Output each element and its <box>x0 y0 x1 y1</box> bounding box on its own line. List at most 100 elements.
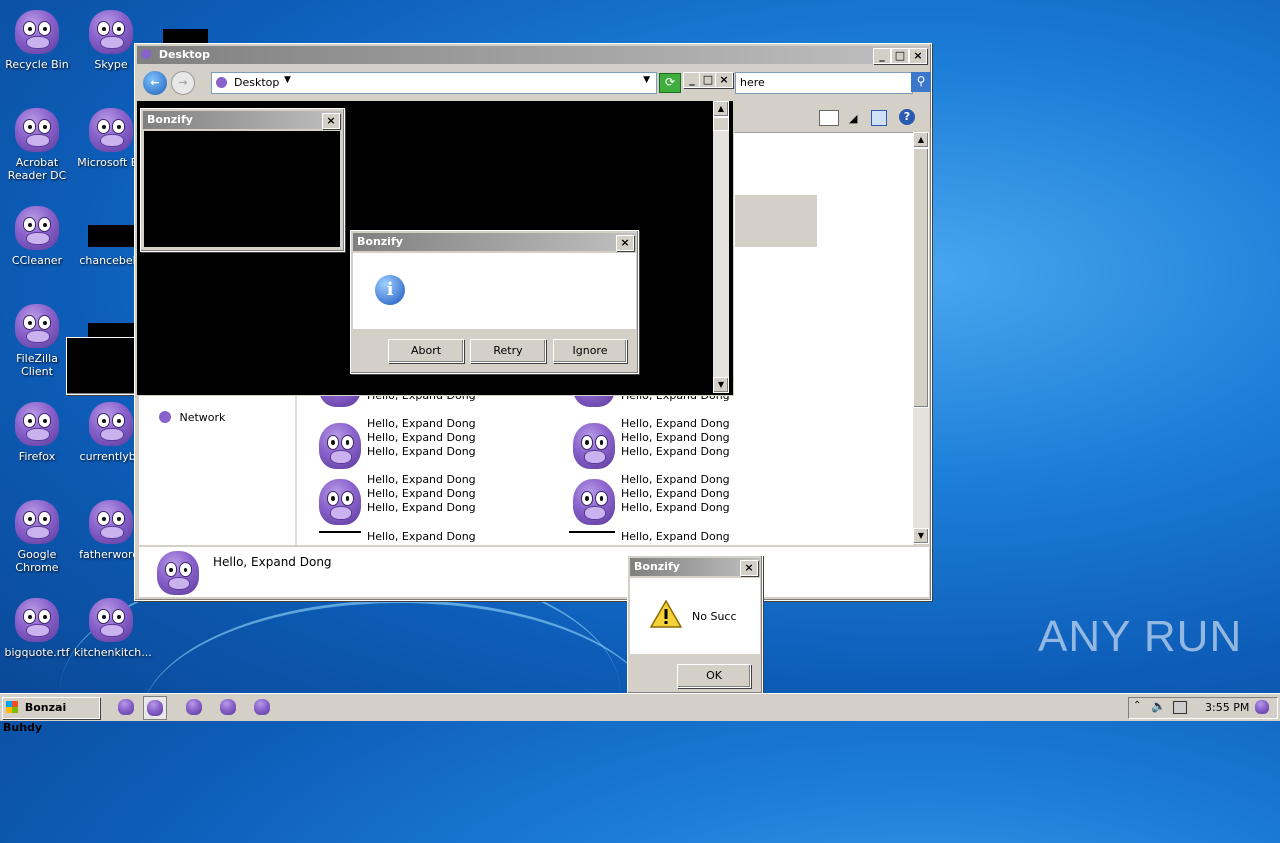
sort-icon[interactable]: ◢ <box>849 112 857 125</box>
scroll-thumb[interactable] <box>913 148 929 408</box>
close-button[interactable]: × <box>740 560 758 576</box>
dialog-body: i <box>353 253 636 329</box>
content-scrollbar[interactable]: ▲ ▼ <box>913 132 929 544</box>
bonzify-small-title: Bonzify <box>147 113 193 126</box>
bonzify-small-titlebar[interactable]: Bonzify × <box>143 111 342 129</box>
start-button[interactable]: Bonzai Buhdy <box>2 697 100 734</box>
close-button[interactable]: × <box>322 113 340 129</box>
file-item-label[interactable]: Hello, Expand Dong <box>621 445 730 459</box>
search-input[interactable]: here <box>735 72 913 94</box>
bonzi-icon <box>15 10 59 54</box>
desktop-icon-label: Recycle Bin <box>5 58 69 71</box>
forward-arrow-icon[interactable]: → <box>171 71 195 95</box>
warning-icon <box>650 600 682 628</box>
bonzi-icon <box>15 108 59 152</box>
file-item-label[interactable]: Hello, Expand Dong <box>367 487 476 501</box>
search-icon[interactable]: ⚲ <box>911 72 931 92</box>
bonzify-warning-titlebar[interactable]: Bonzify × <box>630 558 760 576</box>
watermark: ANY RUN <box>1038 612 1242 672</box>
taskbar-bonzi-icon[interactable] <box>254 699 270 715</box>
desktop-icon-label: Acrobat Reader DC <box>7 156 67 182</box>
preview-pane-icon[interactable] <box>871 110 887 126</box>
network-tray-icon[interactable] <box>1173 701 1187 714</box>
desktop-icon-firefox[interactable]: Firefox <box>0 402 74 463</box>
nav-item-network[interactable]: Network <box>159 411 225 424</box>
desktop-icon-acrobat[interactable]: Acrobat Reader DC <box>0 108 74 182</box>
offscreen-window-fragment <box>66 337 140 395</box>
bonzify-warning-title: Bonzify <box>634 560 680 573</box>
scroll-up-icon[interactable]: ▲ <box>913 132 929 148</box>
file-item-label[interactable]: Hello, Expand Dong <box>367 445 476 459</box>
desktop-icon-chrome[interactable]: Google Chrome <box>0 500 74 574</box>
black-window-scrollbar[interactable]: ▲ ▼ <box>713 101 729 393</box>
bonzify-dialog-titlebar[interactable]: Bonzify × <box>353 233 636 251</box>
desktop-icon-label: Google Chrome <box>15 548 59 574</box>
taskbar-bonzi-icon[interactable] <box>186 699 202 715</box>
chevron-down-icon[interactable]: ▼ <box>284 75 291 85</box>
taskbar-app-button[interactable] <box>143 696 167 720</box>
windows-logo-icon <box>6 701 18 713</box>
desktop-icon-recycle-bin[interactable]: Recycle Bin <box>0 10 74 71</box>
scroll-down-icon[interactable]: ▼ <box>913 528 929 544</box>
close-button[interactable]: × <box>616 235 634 251</box>
volume-icon[interactable]: 🔈 <box>1151 699 1166 713</box>
title-folder-icon <box>141 49 151 59</box>
file-item-label[interactable]: Hello, Expand Dong <box>621 530 730 542</box>
tray-expand-icon[interactable]: ⌃ <box>1133 700 1141 711</box>
file-item-icon <box>573 423 615 469</box>
file-item-label[interactable]: Hello, Expand Dong <box>367 417 476 431</box>
quicklaunch-bonzi-icon[interactable] <box>118 699 134 715</box>
file-item-label[interactable]: Hello, Expand Dong <box>367 431 476 445</box>
bonzify-warning-dialog[interactable]: Bonzify × No Succ OK <box>627 555 763 694</box>
desktop-icon-kitchenkitch[interactable]: kitchenkitch... <box>74 598 152 659</box>
abort-button[interactable]: Abort <box>388 339 464 363</box>
ignore-button[interactable]: Ignore <box>553 339 627 363</box>
refresh-icon[interactable]: ⟳ <box>659 73 681 93</box>
minimize-button[interactable]: _ <box>873 48 891 64</box>
file-item-label[interactable]: Hello, Expand Dong <box>621 501 730 515</box>
nav-item-label: Network <box>179 411 226 424</box>
desktop-icon-ccleaner[interactable]: CCleaner <box>0 206 74 267</box>
dialog-body: No Succ <box>630 578 760 654</box>
explorer-titlebar[interactable]: Desktop _ □ × <box>137 46 929 64</box>
file-item-label[interactable]: Hello, Expand Dong <box>621 487 730 501</box>
desktop-icon-label: kitchenkitch... <box>74 646 152 659</box>
clock[interactable]: 3:55 PM <box>1205 701 1249 714</box>
bonzi-icon <box>89 10 133 54</box>
retry-button[interactable]: Retry <box>470 339 546 363</box>
taskbar-bonzi-icon[interactable] <box>220 699 236 715</box>
file-item-label[interactable]: Hello, Expand Dong <box>367 501 476 515</box>
tray-bonzi-icon[interactable] <box>1255 700 1269 714</box>
info-icon: i <box>375 275 405 305</box>
ok-button[interactable]: OK <box>677 664 751 688</box>
close-button[interactable]: × <box>909 48 927 64</box>
address-bar[interactable]: Desktop ▼ ▼ <box>211 72 657 94</box>
scroll-up-icon[interactable]: ▲ <box>713 101 729 117</box>
file-item-label[interactable]: Hello, Expand Dong <box>367 473 476 487</box>
view-options-icon[interactable] <box>819 110 839 126</box>
address-dropdown-icon[interactable]: ▼ <box>643 75 650 85</box>
selection-block <box>735 195 817 247</box>
close-button[interactable]: × <box>715 72 733 88</box>
help-icon[interactable]: ? <box>899 109 915 125</box>
bonzify-dialog[interactable]: Bonzify × i Abort Retry Ignore <box>350 230 639 374</box>
stray-window-controls: _ □ × <box>683 72 733 88</box>
file-item-label[interactable]: Hello, Expand Dong <box>367 530 476 542</box>
desktop-icon-bigquote[interactable]: bigquote.rtf <box>0 598 74 659</box>
file-item-label[interactable]: Hello, Expand Dong <box>621 473 730 487</box>
back-arrow-icon[interactable]: ← <box>143 71 167 95</box>
wallpaper-swoosh <box>140 600 660 843</box>
details-pane: Hello, Expand Dong <box>139 547 929 597</box>
file-item-icon <box>319 423 361 469</box>
bonzi-icon <box>89 598 133 642</box>
desktop-icon-filezilla[interactable]: FileZilla Client <box>0 304 74 378</box>
bonzify-small-window[interactable]: Bonzify × <box>140 108 345 252</box>
file-item-icon-edge <box>319 531 361 533</box>
file-item-label[interactable]: Hello, Expand Dong <box>621 417 730 431</box>
scroll-thumb[interactable] <box>713 117 729 131</box>
desktop-icon-label: Firefox <box>18 450 56 463</box>
scroll-down-icon[interactable]: ▼ <box>713 377 729 393</box>
folder-icon <box>216 77 227 88</box>
maximize-button[interactable]: □ <box>891 48 909 64</box>
file-item-label[interactable]: Hello, Expand Dong <box>621 431 730 445</box>
